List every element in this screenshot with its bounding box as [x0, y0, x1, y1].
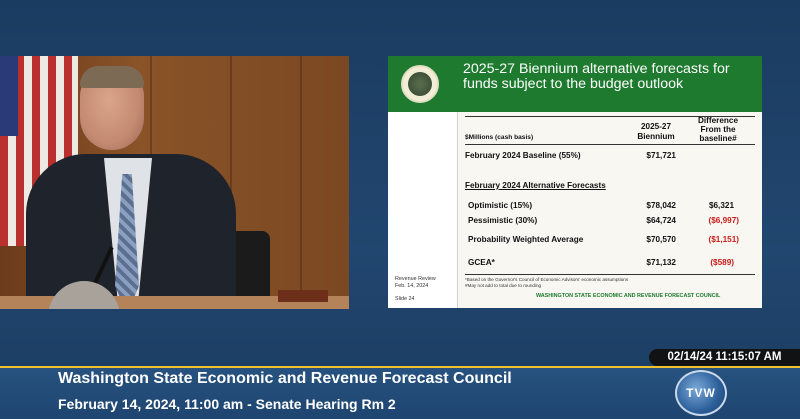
column-label: $Millions (cash basis): [465, 134, 534, 141]
baseline-value: $71,721: [646, 151, 676, 160]
column-diff-line2: From the: [700, 125, 736, 134]
broadcast-timestamp: 02/14/24 11:15:07 AM: [649, 349, 800, 366]
column-diff-line1: Difference: [697, 116, 739, 125]
slide-header: 2025-27 Biennium alternative forecasts f…: [388, 56, 762, 112]
row-value: $70,570: [646, 235, 676, 244]
slide-number: Slide 24: [395, 296, 415, 302]
slide-title: 2025-27 Biennium alternative forecasts f…: [463, 61, 730, 92]
washington-state-seal-icon: [401, 65, 439, 103]
broadcast-subtitle: February 14, 2024, 11:00 am - Senate Hea…: [58, 396, 396, 412]
baseline-label: February 2024 Baseline (55%): [465, 151, 581, 160]
tvw-logo-text: TVW: [686, 386, 716, 400]
row-label: Pessimistic (30%): [468, 216, 538, 225]
column-diff-line3: baseline#: [699, 134, 737, 143]
row-diff: ($6,997): [708, 216, 740, 225]
broadcast-title: Washington State Economic and Revenue Fo…: [58, 370, 512, 387]
presentation-slide: 2025-27 Biennium alternative forecasts f…: [388, 56, 762, 308]
row-label: Probability Weighted Average: [468, 235, 584, 244]
council-name: WASHINGTON STATE ECONOMIC AND REVENUE FO…: [536, 293, 721, 299]
column-biennium-line2: Biennium: [637, 132, 675, 141]
footnote-rounding: #May not add to total due to rounding: [465, 283, 542, 288]
row-value: $64,724: [646, 216, 676, 225]
alternative-forecasts-heading: February 2024 Alternative Forecasts: [465, 181, 606, 190]
sidebar-label: Revenue Review: [395, 276, 436, 282]
sidebar-date: Feb. 14, 2024: [395, 283, 429, 289]
tvw-logo-icon: TVW: [675, 370, 727, 416]
nameplate: [278, 290, 328, 302]
footnote-gcea: *Based on the Governor's Council of Econ…: [465, 277, 629, 282]
row-diff: $6,321: [708, 201, 734, 210]
column-biennium-line1: 2025-27: [640, 122, 672, 131]
row-label: Optimistic (15%): [468, 201, 533, 210]
row-diff: ($589): [710, 258, 734, 267]
slide-sidebar: Revenue Review Feb. 14, 2024 Slide 24: [388, 112, 458, 308]
row-value: $78,042: [646, 201, 676, 210]
row-diff: ($1,151): [708, 235, 740, 244]
row-label: GCEA*: [468, 258, 495, 267]
camera-feed: [0, 56, 349, 309]
row-value: $71,132: [646, 258, 676, 267]
